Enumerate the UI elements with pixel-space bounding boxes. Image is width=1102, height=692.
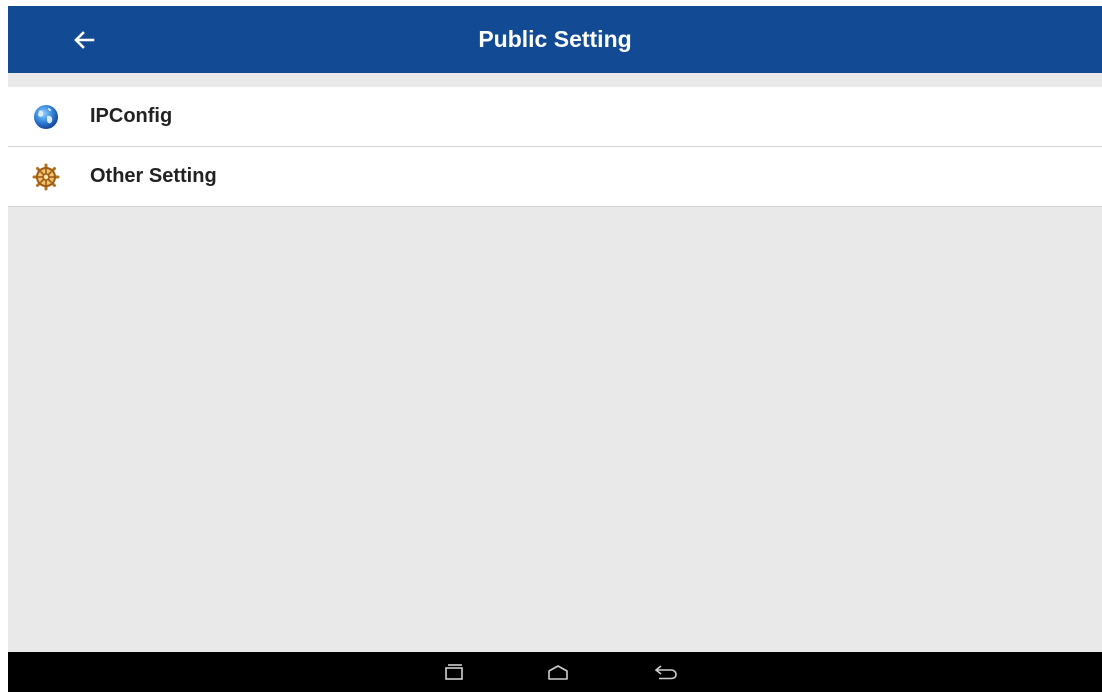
recent-apps-icon xyxy=(445,664,463,680)
home-button[interactable] xyxy=(534,656,582,688)
recent-apps-button[interactable] xyxy=(430,656,478,688)
back-icon xyxy=(654,665,677,680)
page-title: Public Setting xyxy=(478,26,632,52)
globe-icon xyxy=(34,105,58,129)
other-setting-label: Other Setting xyxy=(90,165,217,187)
app-bar: Public Setting xyxy=(8,6,1102,73)
arrow-left-icon xyxy=(74,31,95,49)
gear-icon xyxy=(32,163,60,191)
screen: Public Setting IPConfig Other Setting xyxy=(8,6,1102,692)
back-button[interactable] xyxy=(60,20,108,60)
settings-list: IPConfig Other Setting xyxy=(8,87,1102,207)
back-nav-button[interactable] xyxy=(642,656,690,688)
ipconfig-label: IPConfig xyxy=(90,105,173,127)
system-nav-bar xyxy=(8,652,1102,692)
list-item-other-setting[interactable]: Other Setting xyxy=(8,147,1102,207)
list-item-ipconfig[interactable]: IPConfig xyxy=(8,87,1102,147)
home-icon xyxy=(548,665,568,680)
